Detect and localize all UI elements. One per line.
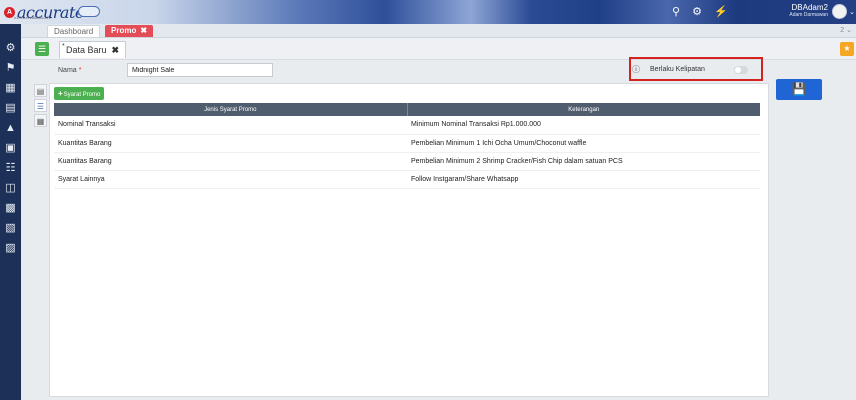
settings-icon[interactable]: ⚙: [692, 5, 702, 18]
name-label: Nama *: [58, 67, 82, 74]
tab-data-baru-label: Data Baru: [66, 45, 107, 55]
table-cell: Nominal Transaksi: [54, 116, 407, 135]
ledger-icon[interactable]: ▤: [4, 102, 17, 115]
search-icon[interactable]: ⚲: [672, 5, 680, 18]
version-label: v1.0.0-rev#0804-210: [14, 15, 51, 20]
column-header[interactable]: Jenis Syarat Promo: [54, 103, 408, 116]
notification-bell-icon[interactable]: ⚡: [714, 5, 728, 18]
table-cell: Pembelian Minimum 2 Shrimp Cracker/Fish …: [407, 152, 760, 171]
sales-icon[interactable]: ▣: [4, 142, 17, 155]
chevron-down-icon[interactable]: ⌄: [849, 8, 855, 16]
bookmark-button[interactable]: ★: [840, 42, 854, 56]
close-icon[interactable]: ✖: [140, 26, 147, 35]
purchase-icon[interactable]: ◫: [4, 182, 17, 195]
table-cell: Follow Instgaram/Share Whatsapp: [407, 170, 760, 189]
user-info[interactable]: DBAdam2 Adam Darmawan: [780, 3, 828, 18]
lightbulb-icon: ★: [843, 44, 851, 53]
main-sidebar: ⚙ ⚑ ▦ ▤ ▲ ▣ ☷ ◫ ▩ ▧ ▨: [0, 24, 21, 400]
table-row[interactable]: Kuantitas Barang Pembelian Minimum 1 Ich…: [54, 134, 760, 153]
plus-icon: +: [58, 89, 63, 98]
cloud-icon: [78, 6, 100, 17]
required-mark: *: [78, 67, 82, 74]
report-icon[interactable]: ▩: [4, 202, 17, 215]
company-icon[interactable]: ⚑: [4, 62, 17, 75]
name-field[interactable]: [127, 63, 273, 77]
table-cell: Kuantitas Barang: [54, 134, 407, 153]
tab-data-baru[interactable]: * Data Baru ✖: [59, 41, 127, 58]
add-syarat-label: Syarat Promo: [63, 92, 101, 98]
tabs-overflow[interactable]: 2 ⌄: [840, 26, 852, 34]
grid-icon[interactable]: ▦: [34, 114, 47, 127]
header-icons: ⚲ ⚙ ⚡: [672, 5, 728, 18]
toggle-knob: [735, 67, 741, 73]
chart-icon[interactable]: ▨: [4, 242, 17, 255]
user-name: DBAdam2: [791, 3, 828, 12]
calendar-icon[interactable]: ▤: [34, 84, 47, 97]
table-row[interactable]: Kuantitas Barang Pembelian Minimum 2 Shr…: [54, 152, 760, 171]
close-icon[interactable]: ✖: [112, 45, 120, 55]
info-icon[interactable]: ⓘ: [632, 64, 640, 75]
save-button[interactable]: 💾: [776, 79, 822, 100]
form-content: Nama* ⓘ Berlaku Kelipatan 💾 ▤ ☰ ▦ +Syara…: [21, 57, 856, 400]
warehouse-icon[interactable]: ▲: [4, 122, 17, 135]
terms-table: Jenis Syarat Promo Keterangan Nominal Tr…: [54, 103, 760, 189]
list-view-button[interactable]: ☰: [35, 42, 49, 56]
kelipatan-toggle[interactable]: [734, 66, 748, 74]
unsaved-mark: *: [62, 43, 65, 50]
table-row[interactable]: Syarat Lainnya Follow Instgaram/Share Wh…: [54, 170, 760, 189]
user-fullname: Adam Darmawan: [789, 12, 828, 18]
kelipatan-label: Berlaku Kelipatan: [650, 66, 705, 73]
cart-icon[interactable]: ☷: [4, 162, 17, 175]
tab-dashboard[interactable]: Dashboard: [47, 25, 101, 37]
table-row[interactable]: Nominal Transaksi Minimum Nominal Transa…: [54, 116, 760, 135]
table-cell: Syarat Lainnya: [54, 170, 407, 189]
save-icon: 💾: [791, 82, 807, 96]
list-icon: ☰: [37, 44, 47, 54]
document-icon[interactable]: ▧: [4, 222, 17, 235]
bank-icon[interactable]: ▦: [4, 82, 17, 95]
module-tabs: Dashboard Promo ✖ 2 ⌄: [21, 24, 856, 38]
tab-promo[interactable]: Promo ✖: [105, 25, 154, 37]
settings-icon[interactable]: ⚙: [4, 42, 17, 55]
tab-dashboard-label: Dashboard: [54, 27, 94, 36]
table-cell: Kuantitas Barang: [54, 152, 407, 171]
table-header-row: Jenis Syarat Promo Keterangan: [54, 103, 760, 116]
top-header: A accurate v1.0.0-rev#0804-210 ⚲ ⚙ ⚡ DBA…: [0, 0, 856, 24]
tab-promo-label: Promo: [111, 26, 137, 35]
section-tools: ▤ ☰ ▦: [34, 84, 47, 129]
terms-panel: +Syarat Promo Jenis Syarat Promo Keteran…: [49, 83, 769, 397]
table-cell: Pembelian Minimum 1 Ichi Ocha Umum/Choco…: [407, 134, 760, 153]
avatar[interactable]: [832, 4, 847, 19]
column-header[interactable]: Keterangan: [407, 103, 760, 116]
table-cell: Minimum Nominal Transaksi Rp1.000.000: [407, 116, 760, 135]
terms-list-icon[interactable]: ☰: [34, 99, 47, 112]
add-syarat-button[interactable]: +Syarat Promo: [54, 87, 105, 100]
